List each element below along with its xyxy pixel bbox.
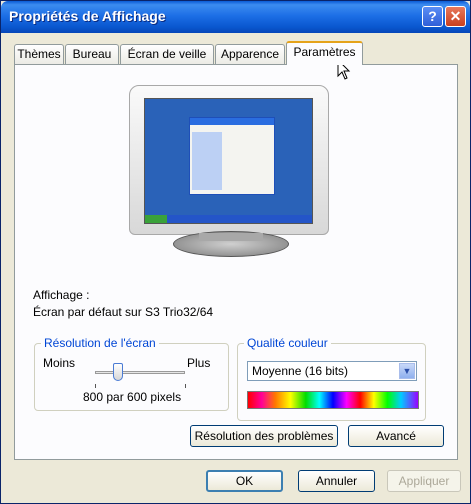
troubleshoot-button[interactable]: Résolution des problèmes <box>190 425 338 447</box>
color-quality-legend: Qualité couleur <box>244 336 331 350</box>
title-bar[interactable]: Propriétés de Affichage ? ✕ <box>1 1 470 33</box>
preview-start-button <box>145 215 167 223</box>
resolution-value: 800 par 600 pixels <box>83 390 182 404</box>
color-spectrum-bar <box>247 391 419 409</box>
resolution-group: Résolution de l'écran Moins Plus 800 par… <box>34 336 229 411</box>
tab-appearance[interactable]: Apparence <box>215 44 285 64</box>
color-quality-group: Qualité couleur Moyenne (16 bits) ▼ <box>237 336 426 421</box>
display-properties-window: Propriétés de Affichage ? ✕ Thèmes Burea… <box>0 0 471 504</box>
preview-taskbar <box>145 215 312 223</box>
color-quality-select[interactable]: Moyenne (16 bits) ▼ <box>247 361 417 381</box>
ok-button[interactable]: OK <box>206 470 283 492</box>
monitor-preview <box>129 85 329 235</box>
tab-settings[interactable]: Paramètres <box>286 41 363 65</box>
resolution-slider-track[interactable] <box>95 371 185 374</box>
window-title: Propriétés de Affichage <box>9 8 166 24</box>
more-label: Plus <box>187 356 211 370</box>
apply-button[interactable]: Appliquer <box>387 470 461 492</box>
tab-desktop[interactable]: Bureau <box>65 44 119 64</box>
resolution-legend: Résolution de l'écran <box>41 336 159 350</box>
cancel-button[interactable]: Annuler <box>298 470 375 492</box>
chevron-down-icon[interactable]: ▼ <box>399 363 415 379</box>
close-button[interactable]: ✕ <box>445 6 466 27</box>
less-label: Moins <box>43 356 76 370</box>
tab-themes[interactable]: Thèmes <box>14 44 64 64</box>
help-button[interactable]: ? <box>422 6 443 27</box>
color-quality-value: Moyenne (16 bits) <box>252 364 349 378</box>
advanced-button[interactable]: Avancé <box>348 425 444 447</box>
display-device: Écran par défaut sur S3 Trio32/64 <box>33 305 214 319</box>
resolution-slider-thumb[interactable] <box>112 363 123 381</box>
monitor-neck <box>199 233 263 241</box>
preview-window <box>189 117 275 195</box>
tab-screensaver[interactable]: Écran de veille <box>120 44 214 64</box>
monitor-screen <box>144 98 313 224</box>
display-label: Affichage : <box>33 288 90 302</box>
